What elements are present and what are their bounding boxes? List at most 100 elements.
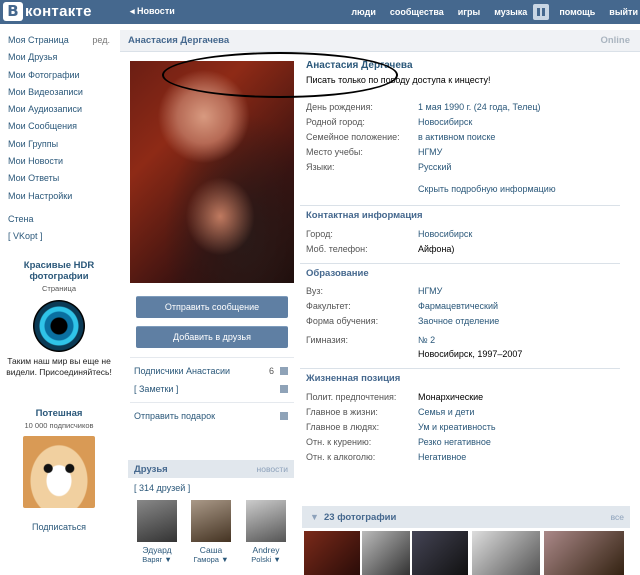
info-row-university: Вуз: НГМУ bbox=[306, 286, 443, 296]
sidebar-item-vkopt[interactable]: [ VKopt ] bbox=[0, 228, 118, 245]
collapse-icon[interactable]: ▼ bbox=[310, 512, 319, 522]
friends-count-link[interactable]: [ 314 друзей ] bbox=[134, 483, 190, 493]
profile-title-bar: Анастасия Дергачева Online bbox=[120, 30, 640, 52]
sidebar-item-videos[interactable]: Мои Видеозаписи bbox=[0, 84, 118, 101]
friends-header[interactable]: Друзья новости bbox=[128, 460, 294, 478]
sidebar-item-answers[interactable]: Мои Ответы bbox=[0, 170, 118, 187]
section-education: Образование bbox=[300, 263, 620, 281]
nav-help[interactable]: помощь bbox=[559, 7, 595, 17]
photos-header[interactable]: ▼ 23 фотографии все bbox=[302, 506, 630, 528]
info-value: Новосибирск, 1997–2007 bbox=[418, 349, 523, 359]
info-value-link[interactable]: Фармацевтический bbox=[418, 301, 498, 311]
ad-block-hdr[interactable]: Красивые HDR фотографии Страница Таким н… bbox=[0, 260, 118, 378]
friends-news-link[interactable]: новости bbox=[257, 464, 288, 474]
sidebar-item-wall[interactable]: Стена bbox=[0, 211, 118, 228]
top-nav: люди сообщества игры музыка помощь выйти bbox=[351, 0, 640, 24]
subscribe-link[interactable]: Подписаться bbox=[0, 522, 118, 532]
friend-avatar[interactable] bbox=[137, 500, 177, 542]
photo-thumb[interactable] bbox=[362, 531, 410, 575]
info-row-faculty: Факультет: Фармацевтический bbox=[306, 301, 499, 311]
subscribers-count: 6 bbox=[268, 366, 274, 376]
info-value-link[interactable]: НГМУ bbox=[418, 147, 442, 157]
info-row-phone: Моб. телефон: Айфона) bbox=[306, 244, 455, 254]
nav-music[interactable]: музыка bbox=[494, 7, 527, 17]
info-value-link[interactable]: Негативное bbox=[418, 452, 466, 462]
notes-link[interactable]: [ Заметки ] bbox=[134, 384, 178, 394]
friend-surname[interactable]: Polski ▼ bbox=[246, 555, 286, 564]
info-row-city: Город: Новосибирск bbox=[306, 229, 473, 239]
info-row-birthday: День рождения: 1 мая 1990 г. (24 года, Те… bbox=[306, 102, 541, 112]
eye-image[interactable] bbox=[33, 300, 85, 352]
vk-logo-text: контакте bbox=[25, 3, 92, 20]
ad-title[interactable]: Красивые HDR фотографии bbox=[0, 260, 118, 282]
friend-card[interactable]: Саша Гамора ▼ bbox=[191, 500, 231, 564]
sidebar-item-audio[interactable]: Мои Аудиозаписи bbox=[0, 101, 118, 118]
nav-logout[interactable]: выйти bbox=[609, 7, 638, 17]
info-value: Айфона) bbox=[418, 244, 455, 254]
sidebar-edit-link[interactable]: ред. bbox=[92, 32, 110, 49]
subscribers-link[interactable]: Подписчики Анастасии bbox=[134, 366, 230, 376]
sidebar-item-my-page[interactable]: Моя Страница ред. bbox=[0, 32, 118, 49]
friend-name[interactable]: Саша bbox=[191, 545, 231, 555]
info-row-politics: Полит. предпочтения: Монархические bbox=[306, 392, 484, 402]
sidebar-item-settings[interactable]: Мои Настройки bbox=[0, 188, 118, 205]
sidebar-item-groups[interactable]: Мои Группы bbox=[0, 136, 118, 153]
photo-thumb[interactable] bbox=[304, 531, 360, 575]
friend-avatar[interactable] bbox=[246, 500, 286, 542]
friend-name[interactable]: Andrey bbox=[246, 545, 286, 555]
send-message-button[interactable]: Отправить сообщение bbox=[136, 296, 288, 318]
friend-name[interactable]: Эдуард bbox=[137, 545, 177, 555]
photos-title[interactable]: 23 фотографии bbox=[324, 512, 396, 523]
profile-info-column: Анастасия Дергачева Писать только по пов… bbox=[298, 53, 640, 575]
sidebar-item-messages[interactable]: Мои Сообщения bbox=[0, 118, 118, 135]
gift-icon bbox=[280, 412, 288, 420]
toggle-details-link[interactable]: Скрыть подробную информацию bbox=[418, 184, 556, 194]
online-status: Online bbox=[600, 35, 630, 46]
info-value-link[interactable]: № 2 bbox=[418, 335, 435, 345]
send-gift-link[interactable]: Отправить подарок bbox=[134, 411, 215, 421]
nav-people[interactable]: люди bbox=[351, 7, 376, 17]
cat-image[interactable] bbox=[23, 436, 95, 508]
info-value-link[interactable]: Новосибирск bbox=[418, 229, 472, 239]
section-contacts: Контактная информация bbox=[300, 205, 620, 223]
info-value-link[interactable]: Русский bbox=[418, 162, 451, 172]
pause-icon[interactable] bbox=[533, 4, 550, 20]
info-value-link[interactable]: Резко негативное bbox=[418, 437, 491, 447]
sidebar-item-friends[interactable]: Мои Друзья bbox=[0, 49, 118, 66]
info-value-link[interactable]: 1 мая 1990 г. (24 года, Телец) bbox=[418, 102, 541, 112]
sidebar-item-photos[interactable]: Мои Фотографии bbox=[0, 67, 118, 84]
info-value-link[interactable]: Семья и дети bbox=[418, 407, 474, 417]
info-row-hometown: Родной город: Новосибирск bbox=[306, 117, 473, 127]
nav-communities[interactable]: сообщества bbox=[390, 7, 444, 17]
friend-surname[interactable]: Варяг ▼ bbox=[137, 555, 177, 564]
info-row-life-main: Главное в жизни: Семья и дети bbox=[306, 407, 475, 417]
friend-surname[interactable]: Гамора ▼ bbox=[191, 555, 231, 564]
ad-block-cat[interactable]: Потешная 10 000 подписчиков Подписаться bbox=[0, 408, 118, 532]
info-row-school-city: Новосибирск, 1997–2007 bbox=[306, 349, 636, 363]
photo-thumb[interactable] bbox=[472, 531, 540, 575]
friend-card[interactable]: Andrey Polski ▼ bbox=[246, 500, 286, 564]
divider bbox=[130, 402, 294, 403]
info-row-study-form: Форма обучения: Заочное отделение bbox=[306, 316, 500, 326]
vk-logo[interactable]: В контакте bbox=[3, 2, 92, 21]
photos-all-link[interactable]: все bbox=[611, 512, 624, 522]
friend-avatar[interactable] bbox=[191, 500, 231, 542]
highlight-oval bbox=[162, 52, 398, 98]
photo-thumb[interactable] bbox=[544, 531, 624, 575]
info-value-link[interactable]: Заочное отделение bbox=[418, 316, 499, 326]
info-value-link[interactable]: Новосибирск bbox=[418, 117, 472, 127]
info-value-link[interactable]: НГМУ bbox=[418, 286, 442, 296]
sidebar-item-news[interactable]: Мои Новости bbox=[0, 153, 118, 170]
friends-title[interactable]: Друзья bbox=[134, 464, 168, 475]
profile-main: Анастасия Дергачева Online Отправить соо… bbox=[120, 30, 640, 575]
header-news-link[interactable]: ◂ Новости bbox=[130, 6, 175, 17]
photo-thumb[interactable] bbox=[412, 531, 468, 575]
add-friend-button[interactable]: Добавить в друзья bbox=[136, 326, 288, 348]
info-row-smoking: Отн. к курению: Резко негативное bbox=[306, 437, 491, 447]
info-value-link[interactable]: в активном поиске bbox=[418, 132, 495, 142]
ad-title[interactable]: Потешная bbox=[0, 408, 118, 419]
info-row-relationship: Семейное положение: в активном поиске bbox=[306, 132, 496, 142]
friend-card[interactable]: Эдуард Варяг ▼ bbox=[137, 500, 177, 564]
nav-games[interactable]: игры bbox=[458, 7, 480, 17]
info-value-link[interactable]: Ум и креативность bbox=[418, 422, 496, 432]
